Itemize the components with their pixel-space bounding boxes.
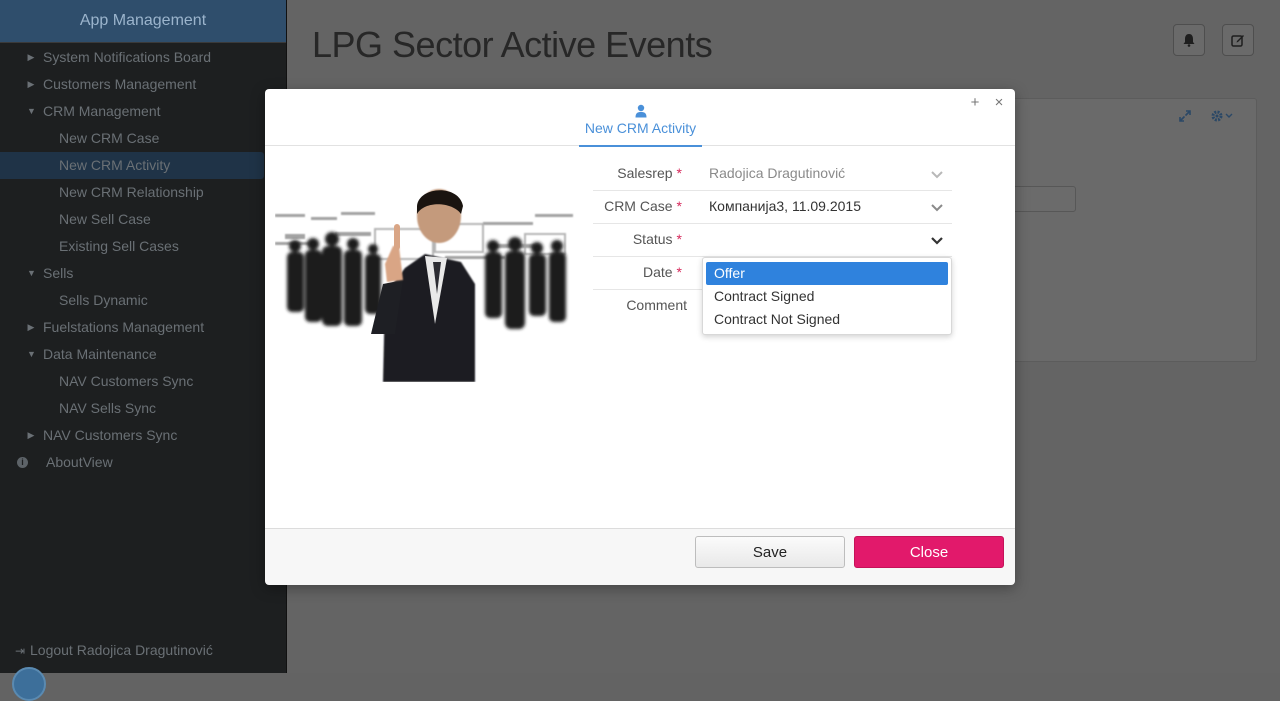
required-marker: * <box>676 165 682 181</box>
status-option-offer[interactable]: Offer <box>706 262 948 285</box>
expand-icon[interactable] <box>1178 109 1192 123</box>
salesrep-row: Salesrep * Radojica Dragutinović <box>593 157 952 191</box>
business-people-image <box>275 189 573 382</box>
sidebar-item-about[interactable]: i AboutView <box>0 449 286 476</box>
sidebar-item-label: System Notifications Board <box>43 49 212 65</box>
caret-right-icon: ▶ <box>27 322 35 332</box>
sidebar-item-label: New CRM Activity <box>59 157 171 173</box>
crm-case-row: CRM Case * Компанија3, 11.09.2015 <box>593 190 952 224</box>
sidebar-item-fuelstations-management[interactable]: ▶ Fuelstations Management <box>0 314 286 341</box>
comment-label: Comment <box>626 297 687 313</box>
sidebar-item-label: New CRM Relationship <box>59 184 204 200</box>
modal-footer: Save Close <box>265 528 1015 585</box>
sidebar-nav: ▶ System Notifications Board ▶ Customers… <box>0 44 286 476</box>
sidebar-item-label: CRM Management <box>43 103 161 119</box>
date-label-text: Date <box>642 264 673 280</box>
logout-link[interactable]: ⇥ Logout Radojica Dragutinović <box>15 642 213 658</box>
notifications-button[interactable] <box>1173 24 1205 56</box>
required-marker: * <box>676 264 682 280</box>
sidebar-item-data-maintenance[interactable]: ▼ Data Maintenance <box>0 341 286 368</box>
status-label: Status * <box>633 223 682 256</box>
sidebar-title: App Management <box>0 0 286 43</box>
close-icon[interactable]: × <box>991 94 1007 111</box>
info-icon: i <box>17 457 28 468</box>
dashboard-panel <box>987 98 1257 362</box>
salesrep-select[interactable]: Radojica Dragutinović <box>709 157 845 190</box>
chevron-down-icon[interactable] <box>930 167 944 181</box>
caret-down-icon: ▼ <box>27 268 36 278</box>
sidebar-item-new-crm-relationship[interactable]: New CRM Relationship <box>0 179 286 206</box>
save-button[interactable]: Save <box>695 536 845 568</box>
new-crm-activity-dialog: New CRM Activity + × Salesrep * Radojica… <box>265 89 1015 585</box>
sidebar-item-label: NAV Sells Sync <box>59 400 156 416</box>
sidebar-item-new-crm-activity[interactable]: New CRM Activity <box>0 152 264 179</box>
sidebar-item-label: New CRM Case <box>59 130 160 146</box>
crm-case-label: CRM Case * <box>604 190 682 223</box>
edit-button[interactable] <box>1222 24 1254 56</box>
sidebar-item-nav-customers-sync[interactable]: NAV Customers Sync <box>0 368 286 395</box>
page-title: LPG Sector Active Events <box>312 24 713 65</box>
sidebar-item-system-notifications[interactable]: ▶ System Notifications Board <box>0 44 286 71</box>
sidebar-item-sells[interactable]: ▼ Sells <box>0 260 286 287</box>
required-marker: * <box>676 231 682 247</box>
status-option-contract-not-signed[interactable]: Contract Not Signed <box>706 308 948 331</box>
close-button[interactable]: Close <box>854 536 1004 568</box>
modal-header: New CRM Activity + × <box>265 89 1015 147</box>
date-label: Date * <box>643 256 682 289</box>
tab-label: New CRM Activity <box>584 120 697 136</box>
caret-down-icon: ▼ <box>27 106 36 116</box>
bell-icon <box>1183 34 1195 47</box>
status-label-text: Status <box>632 231 673 247</box>
sidebar-item-label: AboutView <box>46 454 113 470</box>
sidebar-item-label: Sells Dynamic <box>59 292 148 308</box>
sidebar-item-crm-management[interactable]: ▼ CRM Management <box>0 98 286 125</box>
tab-new-crm-activity[interactable]: New CRM Activity <box>579 101 702 147</box>
avatar[interactable] <box>12 667 46 701</box>
chevron-down-icon[interactable] <box>930 200 944 214</box>
sidebar-item-label: Sells <box>43 265 74 281</box>
sidebar-item-label: Customers Management <box>43 76 197 92</box>
sidebar-item-sells-dynamic[interactable]: Sells Dynamic <box>0 287 286 314</box>
sidebar-item-label: New Sell Case <box>59 211 151 227</box>
sidebar-item-existing-sell-cases[interactable]: Existing Sell Cases <box>0 233 286 260</box>
sidebar-item-nav-customers-sync-group[interactable]: ▶ NAV Customers Sync <box>0 422 286 449</box>
sidebar-item-customers-management[interactable]: ▶ Customers Management <box>0 71 286 98</box>
crm-case-label-text: CRM Case <box>604 198 673 214</box>
sidebar-item-new-crm-case[interactable]: New CRM Case <box>0 125 286 152</box>
gear-icon[interactable] <box>1210 109 1234 123</box>
sidebar-item-label: Fuelstations Management <box>43 319 205 335</box>
user-icon <box>635 104 646 118</box>
chevron-down-icon[interactable] <box>930 233 944 247</box>
status-dropdown: Offer Contract Signed Contract Not Signe… <box>702 257 952 335</box>
edit-icon <box>1231 35 1244 47</box>
status-option-contract-signed[interactable]: Contract Signed <box>706 285 948 308</box>
status-row: Status * <box>593 223 952 257</box>
salesrep-label: Salesrep * <box>617 157 682 190</box>
sidebar-item-new-sell-case[interactable]: New Sell Case <box>0 206 286 233</box>
maximize-button[interactable]: + <box>967 94 983 111</box>
sidebar-item-label: Data Maintenance <box>43 346 157 362</box>
sidebar-item-label: Existing Sell Cases <box>59 238 179 254</box>
sidebar-item-nav-sells-sync[interactable]: NAV Sells Sync <box>0 395 286 422</box>
logout-label: Logout Radojica Dragutinović <box>30 642 213 658</box>
salesrep-label-text: Salesrep <box>617 165 673 181</box>
crm-case-select[interactable]: Компанија3, 11.09.2015 <box>709 190 861 223</box>
caret-down-icon: ▼ <box>27 349 36 359</box>
sidebar-item-label: NAV Customers Sync <box>43 427 178 443</box>
sidebar: App Management ▶ System Notifications Bo… <box>0 0 287 701</box>
logout-icon: ⇥ <box>15 644 26 658</box>
caret-right-icon: ▶ <box>27 52 35 62</box>
caret-right-icon: ▶ <box>27 79 35 89</box>
sidebar-item-label: NAV Customers Sync <box>59 373 194 389</box>
required-marker: * <box>676 198 682 214</box>
caret-right-icon: ▶ <box>27 430 35 440</box>
